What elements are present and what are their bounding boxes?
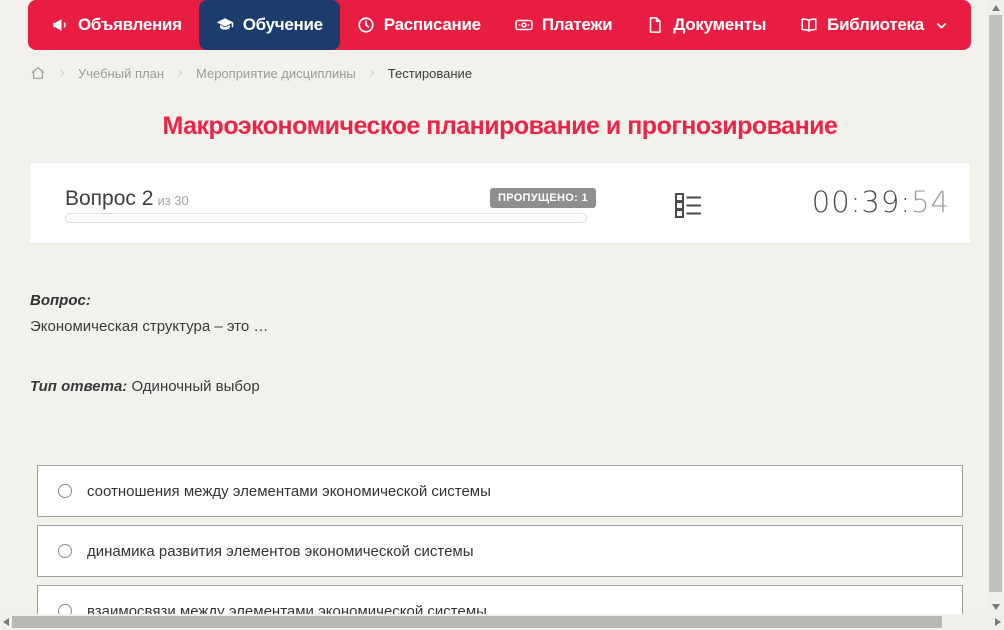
- book-icon: [800, 16, 818, 34]
- document-icon: [646, 16, 664, 34]
- question-counter-total: из 30: [157, 193, 189, 208]
- nav-item-label: Библиотека: [827, 15, 924, 34]
- vertical-scrollbar-thumb[interactable]: [989, 15, 1002, 592]
- answer-option-2[interactable]: динамика развития элементов экономическо…: [37, 525, 963, 577]
- scroll-up-arrow-icon[interactable]: [992, 5, 1000, 11]
- timer-minutes: 00:39:: [811, 185, 912, 219]
- quiz-header-card: Вопрос 2 из 30 ПРОПУЩЕНО: 1 00:39:54: [30, 163, 970, 243]
- nav-item-label: Объявления: [78, 15, 182, 34]
- answer-type-label: Тип ответа:: [30, 378, 128, 395]
- nav-item-label: Обучение: [242, 15, 323, 34]
- nav-item-label: Платежи: [541, 15, 613, 34]
- nav-item-schedule[interactable]: Расписание: [340, 0, 498, 50]
- nav-item-documents[interactable]: Документы: [629, 0, 783, 50]
- question-list-icon[interactable]: [674, 191, 703, 220]
- breadcrumb: Учебный план Мероприятие дисциплины Тест…: [30, 62, 472, 84]
- timer-seconds: 54: [911, 185, 950, 219]
- chevron-right-icon: [175, 68, 185, 78]
- nav-item-payments[interactable]: Платежи: [498, 0, 629, 50]
- chevron-right-icon: [367, 68, 377, 78]
- megaphone-icon: [51, 16, 69, 34]
- question-counter-label: Вопрос 2: [65, 187, 154, 210]
- answer-type-row: Тип ответа: Одиночный выбор: [30, 378, 260, 395]
- page-title: Макроэкономическое планирование и прогно…: [162, 112, 838, 140]
- nav-item-label: Документы: [673, 15, 767, 34]
- nav-item-announcements[interactable]: Объявления: [34, 0, 199, 50]
- breadcrumb-discipline-event[interactable]: Мероприятие дисциплины: [196, 66, 356, 81]
- question-counter: Вопрос 2 из 30: [65, 187, 189, 211]
- chevron-down-icon: [933, 19, 948, 32]
- radio-button[interactable]: [58, 544, 72, 558]
- vertical-scrollbar[interactable]: [987, 0, 1004, 614]
- chevron-right-icon: [57, 68, 67, 78]
- horizontal-scrollbar-thumb[interactable]: [12, 616, 942, 628]
- scroll-right-arrow-icon[interactable]: [995, 618, 1001, 626]
- horizontal-scrollbar[interactable]: [0, 614, 1004, 630]
- graduation-cap-icon: [216, 16, 234, 34]
- answer-option-label: динамика развития элементов экономическо…: [87, 542, 474, 560]
- question-prompt-text: Экономическая структура – это …: [30, 318, 269, 335]
- cash-icon: [515, 16, 533, 34]
- answer-type-value: Одиночный выбор: [131, 378, 260, 395]
- nav-item-label: Расписание: [383, 15, 481, 34]
- nav-item-learning[interactable]: Обучение: [198, 0, 340, 50]
- home-icon[interactable]: [30, 65, 46, 81]
- question-prompt-label: Вопрос:: [30, 292, 91, 309]
- answer-option-1[interactable]: соотношения между элементами экономическ…: [37, 465, 963, 517]
- skipped-badge: ПРОПУЩЕНО: 1: [490, 188, 596, 208]
- radio-button[interactable]: [58, 484, 72, 498]
- top-navbar: Объявления Обучение Расписание Платежи Д…: [28, 0, 971, 50]
- breadcrumb-study-plan[interactable]: Учебный план: [78, 66, 164, 81]
- breadcrumb-testing: Тестирование: [387, 65, 473, 81]
- clock-icon: [357, 16, 375, 34]
- answer-options: соотношения между элементами экономическ…: [37, 465, 963, 630]
- answer-option-label: соотношения между элементами экономическ…: [87, 482, 491, 500]
- quiz-timer: 00:39:54: [812, 185, 950, 219]
- nav-item-library[interactable]: Библиотека: [783, 0, 965, 50]
- scroll-left-arrow-icon[interactable]: [3, 618, 9, 626]
- scroll-down-arrow-icon[interactable]: [992, 604, 1000, 610]
- quiz-progress-bar: [65, 213, 587, 223]
